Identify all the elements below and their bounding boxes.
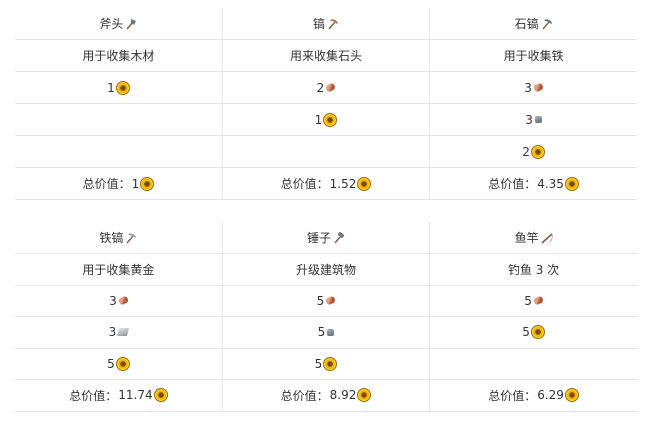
empty-cell xyxy=(429,348,637,380)
total-label: 总价值： xyxy=(280,388,329,403)
tool-description: 用于收集黄金 xyxy=(15,253,223,286)
total-row: 总价值： 1 总价值： 1.52 总价值： 4.35 xyxy=(15,167,637,200)
tool-header: 锤子 xyxy=(221,222,430,254)
coin-icon xyxy=(357,388,372,403)
description-row: 用于收集木材 用来收集石头 用于收集铁 xyxy=(15,39,637,72)
total-value: 1 xyxy=(131,176,140,191)
cost-qty: 5 xyxy=(317,325,326,340)
cost-qty: 3 xyxy=(524,80,532,95)
coin-icon xyxy=(564,388,579,403)
tool-description: 用于收集铁 xyxy=(429,39,637,72)
coin-icon xyxy=(153,388,168,403)
empty-cell xyxy=(15,103,223,136)
tool-header: 石镐 xyxy=(429,8,637,40)
cost-row: 3 5 5 xyxy=(15,285,637,317)
cost-qty: 3 xyxy=(109,293,117,308)
stone-icon xyxy=(327,328,335,336)
cost-qty: 2 xyxy=(316,80,325,95)
cost-row: 1 2 3 xyxy=(15,71,637,104)
cost-qty: 3 xyxy=(525,112,533,127)
coin-icon xyxy=(530,325,545,340)
cost-qty: 1 xyxy=(314,112,323,127)
total-value: 6.29 xyxy=(537,388,564,403)
iron-pickaxe-icon xyxy=(126,232,137,244)
tool-header: 斧头 xyxy=(15,8,223,40)
tool-description: 升级建筑物 xyxy=(221,253,430,286)
cost-row: 5 5 xyxy=(15,348,637,380)
tools-table-2: 铁镐 锤子 鱼竿 用于收集黄金 升级建筑物 钓鱼 3 次 3 5 5 3 5 5… xyxy=(15,222,637,412)
coin-icon xyxy=(323,112,338,127)
wood-icon xyxy=(532,82,544,93)
wood-icon xyxy=(325,295,337,306)
cost-qty: 5 xyxy=(524,293,532,308)
total-value: 8.92 xyxy=(329,388,357,403)
coin-icon xyxy=(323,356,338,371)
description-row: 用于收集黄金 升级建筑物 钓鱼 3 次 xyxy=(15,253,637,286)
header-row: 铁镐 锤子 鱼竿 xyxy=(15,222,637,254)
cost-qty: 5 xyxy=(314,356,323,371)
pickaxe-icon xyxy=(328,18,338,30)
coin-icon xyxy=(115,356,130,371)
tool-header: 鱼竿 xyxy=(429,222,637,254)
total-row: 总价值： 11.74 总价值： 8.92 总价值： 6.29 xyxy=(15,379,637,412)
tool-header: 铁镐 xyxy=(15,222,223,254)
total-value: 4.35 xyxy=(537,176,564,191)
stone-icon xyxy=(534,116,542,123)
wood-icon xyxy=(532,295,544,306)
empty-cell xyxy=(15,135,223,168)
total-value: 11.74 xyxy=(118,388,153,403)
stone-pickaxe-icon xyxy=(541,18,552,30)
axe-icon xyxy=(126,18,137,30)
cost-row: 1 3 xyxy=(15,103,637,136)
total-label: 总价值： xyxy=(488,177,537,191)
coin-icon xyxy=(140,176,155,191)
iron-icon xyxy=(117,328,130,337)
coin-icon xyxy=(357,176,372,191)
cost-qty: 1 xyxy=(107,80,115,95)
coin-icon xyxy=(115,80,130,95)
fishing-rod-icon xyxy=(541,232,553,244)
cost-qty: 2 xyxy=(522,144,530,159)
hammer-icon xyxy=(334,231,345,244)
cost-qty: 5 xyxy=(522,325,530,340)
coin-icon xyxy=(564,176,579,191)
cost-row: 2 xyxy=(15,135,637,168)
cost-qty: 5 xyxy=(316,293,325,308)
total-label: 总价值： xyxy=(82,177,131,191)
wood-icon xyxy=(325,82,337,93)
cost-row: 3 5 5 xyxy=(15,316,637,349)
tool-description: 钓鱼 3 次 xyxy=(429,253,637,286)
total-value: 1.52 xyxy=(329,176,357,191)
coin-icon xyxy=(530,144,545,159)
wood-icon xyxy=(117,295,129,306)
cost-qty: 3 xyxy=(108,325,117,340)
empty-cell xyxy=(221,135,430,168)
header-row: 斧头 镐 石镐 xyxy=(15,8,637,40)
tool-header: 镐 xyxy=(221,8,430,40)
total-label: 总价值： xyxy=(488,388,537,403)
cost-qty: 5 xyxy=(107,356,115,371)
tool-description: 用来收集石头 xyxy=(221,39,430,72)
tools-table-1: 斧头 镐 石镐 用于收集木材 用来收集石头 用于收集铁 1 2 3 1 3 2 … xyxy=(15,8,637,200)
total-label: 总价值： xyxy=(280,177,329,191)
tool-description: 用于收集木材 xyxy=(15,39,223,72)
total-label: 总价值： xyxy=(69,388,118,403)
